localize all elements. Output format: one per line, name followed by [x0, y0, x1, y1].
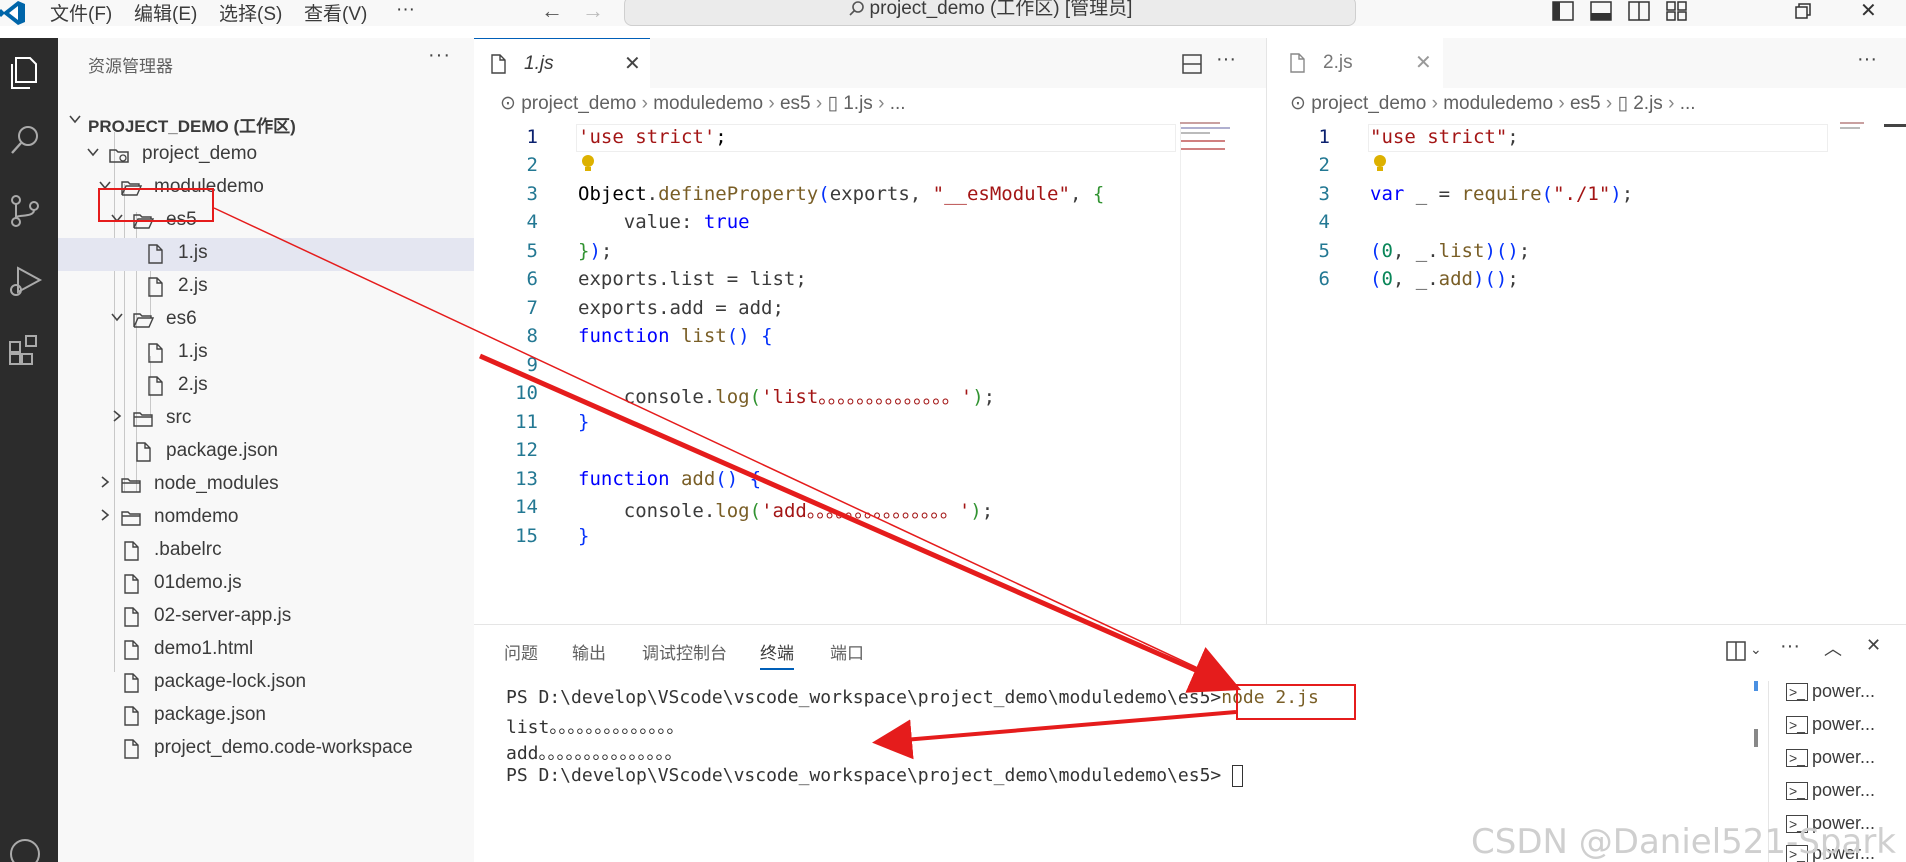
arrow-to-command-icon: [478, 353, 1242, 693]
watermark: CSDN @Daniel521-Spark: [1471, 822, 1896, 862]
thin-arrow-line: [213, 207, 1233, 685]
arrow-to-output-icon: [872, 710, 1237, 760]
annotation-arrows: [213, 207, 1242, 760]
